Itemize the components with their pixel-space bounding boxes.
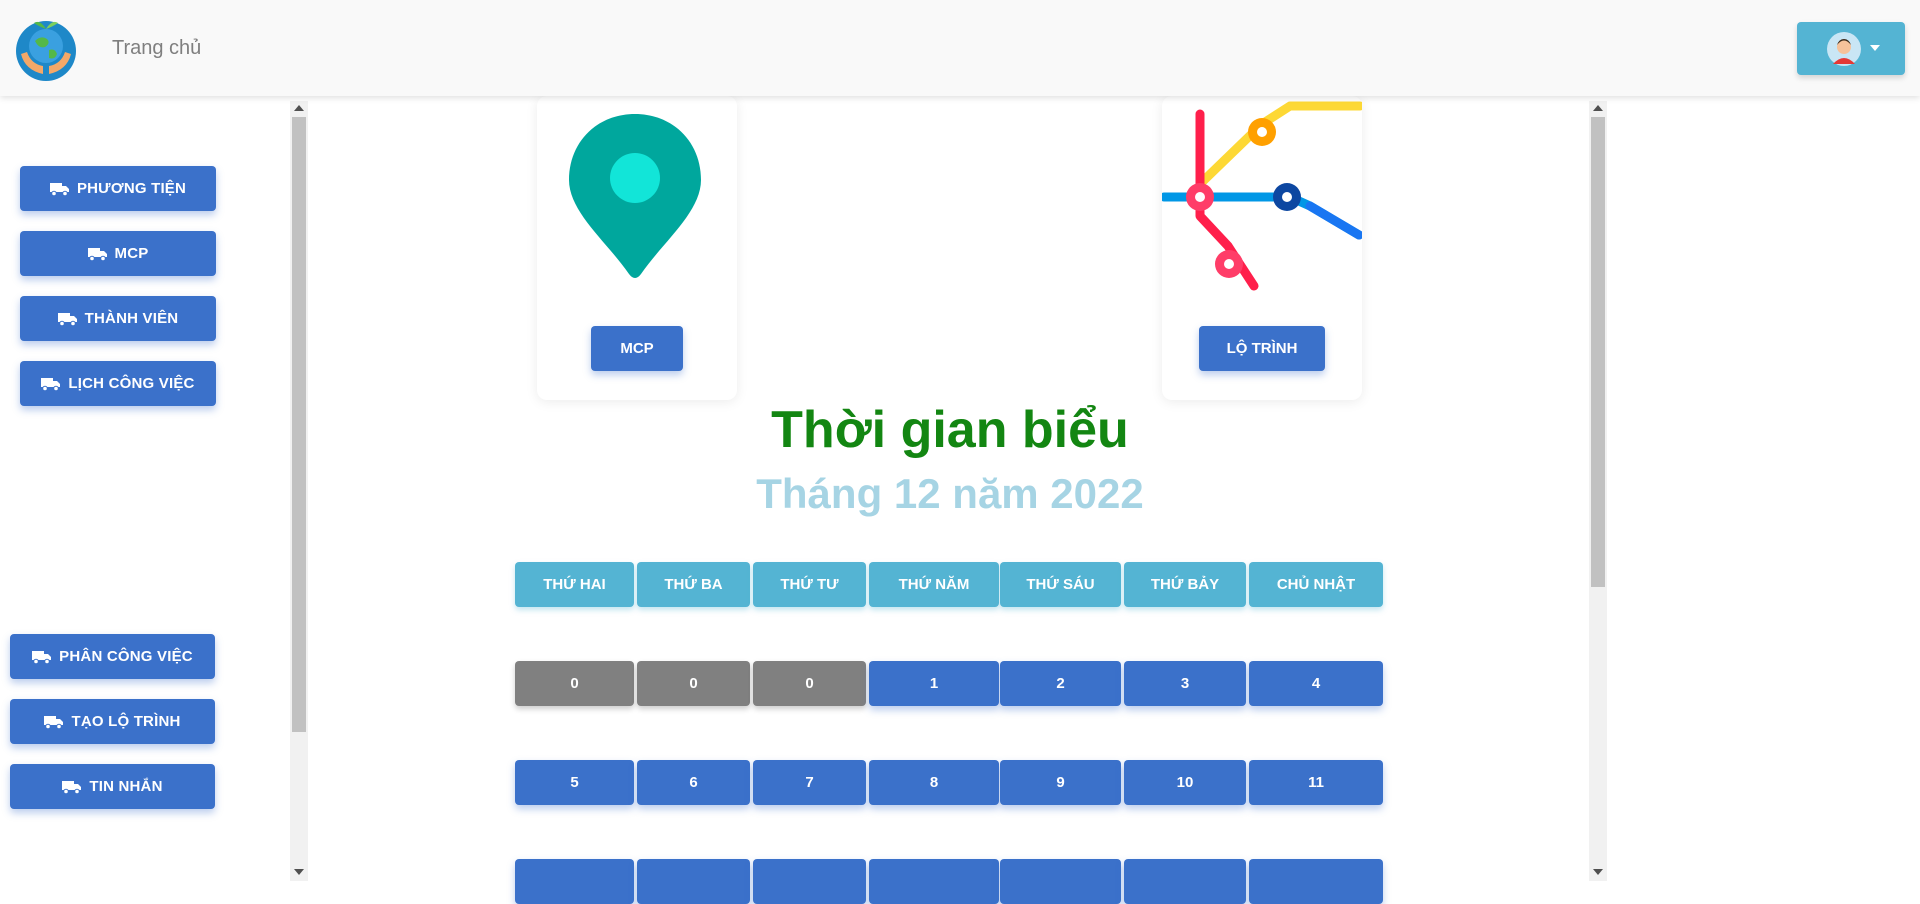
sidebar-item-messages[interactable]: TIN NHẮN — [10, 764, 215, 809]
calendar-day-button[interactable]: 8 — [869, 760, 999, 805]
sidebar-item-label: LỊCH CÔNG VIỆC — [68, 375, 195, 392]
calendar-day-button[interactable]: 2 — [1000, 661, 1121, 706]
weekday-header: THỨ SÁU — [1000, 562, 1121, 607]
calendar-day-button[interactable]: 3 — [1124, 661, 1246, 706]
mcp-button[interactable]: MCP — [591, 326, 683, 371]
sidebar-item-label: PHƯƠNG TIỆN — [76, 180, 187, 197]
user-menu-button[interactable] — [1797, 22, 1905, 75]
calendar-day-button[interactable] — [869, 859, 999, 904]
sidebar-item-vehicles[interactable]: PHƯƠNG TIỆN — [20, 166, 216, 211]
page-subtitle: Tháng 12 năm 2022 — [756, 470, 1144, 517]
page-title: Thời gian biểu — [771, 401, 1129, 459]
calendar-day-button[interactable]: 0 — [637, 661, 750, 706]
truck-icon — [41, 377, 61, 391]
weekday-header: THỨ BA — [637, 562, 750, 607]
calendar-day-button[interactable]: 7 — [753, 760, 866, 805]
weekday-header: THỨ NĂM — [869, 562, 999, 607]
top-navbar: Trang chủ — [0, 0, 1920, 96]
calendar-day-button[interactable] — [753, 859, 866, 904]
weekday-header: CHỦ NHẬT — [1249, 562, 1383, 607]
truck-icon — [32, 650, 52, 664]
calendar-day-button[interactable]: 11 — [1249, 760, 1383, 805]
truck-icon — [44, 715, 64, 729]
sidebar-item-create-route[interactable]: TẠO LỘ TRÌNH — [10, 699, 215, 744]
route-card: LỘ TRÌNH — [1162, 96, 1362, 400]
calendar-day-button[interactable]: 6 — [637, 760, 750, 805]
scroll-down-icon[interactable] — [294, 869, 304, 875]
scroll-up-icon[interactable] — [1593, 105, 1603, 111]
calendar-day-button[interactable]: 9 — [1000, 760, 1121, 805]
calendar-day-button[interactable] — [637, 859, 750, 904]
route-map-icon — [1162, 101, 1362, 291]
weekday-header: THỨ HAI — [515, 562, 634, 607]
scroll-down-icon[interactable] — [1593, 869, 1603, 875]
calendar-day-button[interactable]: 1 — [869, 661, 999, 706]
sidebar-item-assign-work[interactable]: PHÂN CÔNG VIỆC — [10, 634, 215, 679]
sidebar-item-label: TẠO LỘ TRÌNH — [71, 713, 181, 730]
map-pin-icon — [569, 114, 701, 278]
weekday-header: THỨ BẢY — [1124, 562, 1246, 607]
calendar-day-button[interactable] — [1000, 859, 1121, 904]
sidebar-item-label: TIN NHẮN — [89, 778, 163, 795]
calendar-day-button[interactable]: 0 — [753, 661, 866, 706]
calendar-day-button[interactable] — [1249, 859, 1383, 904]
sidebar-item-label: MCP — [114, 245, 149, 262]
truck-icon — [57, 312, 77, 326]
calendar-day-button[interactable]: 5 — [515, 760, 634, 805]
truck-icon — [49, 182, 69, 196]
truck-icon — [87, 247, 107, 261]
calendar-day-button[interactable]: 4 — [1249, 661, 1383, 706]
route-button[interactable]: LỘ TRÌNH — [1199, 326, 1325, 371]
truck-icon — [62, 780, 82, 794]
sidebar-item-label: THÀNH VIÊN — [84, 310, 179, 327]
earth-hands-logo-icon[interactable] — [13, 16, 79, 82]
sidebar-item-label: PHÂN CÔNG VIỆC — [59, 648, 193, 665]
calendar-day-button[interactable]: 0 — [515, 661, 634, 706]
calendar-day-button[interactable] — [515, 859, 634, 904]
mcp-card: MCP — [537, 96, 737, 400]
user-avatar-icon — [1827, 32, 1861, 66]
calendar-day-button[interactable] — [1124, 859, 1246, 904]
scroll-up-icon[interactable] — [294, 105, 304, 111]
chevron-down-icon — [1870, 45, 1880, 51]
sidebar-item-members[interactable]: THÀNH VIÊN — [20, 296, 216, 341]
sidebar-item-mcp[interactable]: MCP — [20, 231, 216, 276]
calendar-day-button[interactable]: 10 — [1124, 760, 1246, 805]
weekday-header: THỨ TƯ — [753, 562, 866, 607]
home-link[interactable]: Trang chủ — [112, 37, 201, 60]
